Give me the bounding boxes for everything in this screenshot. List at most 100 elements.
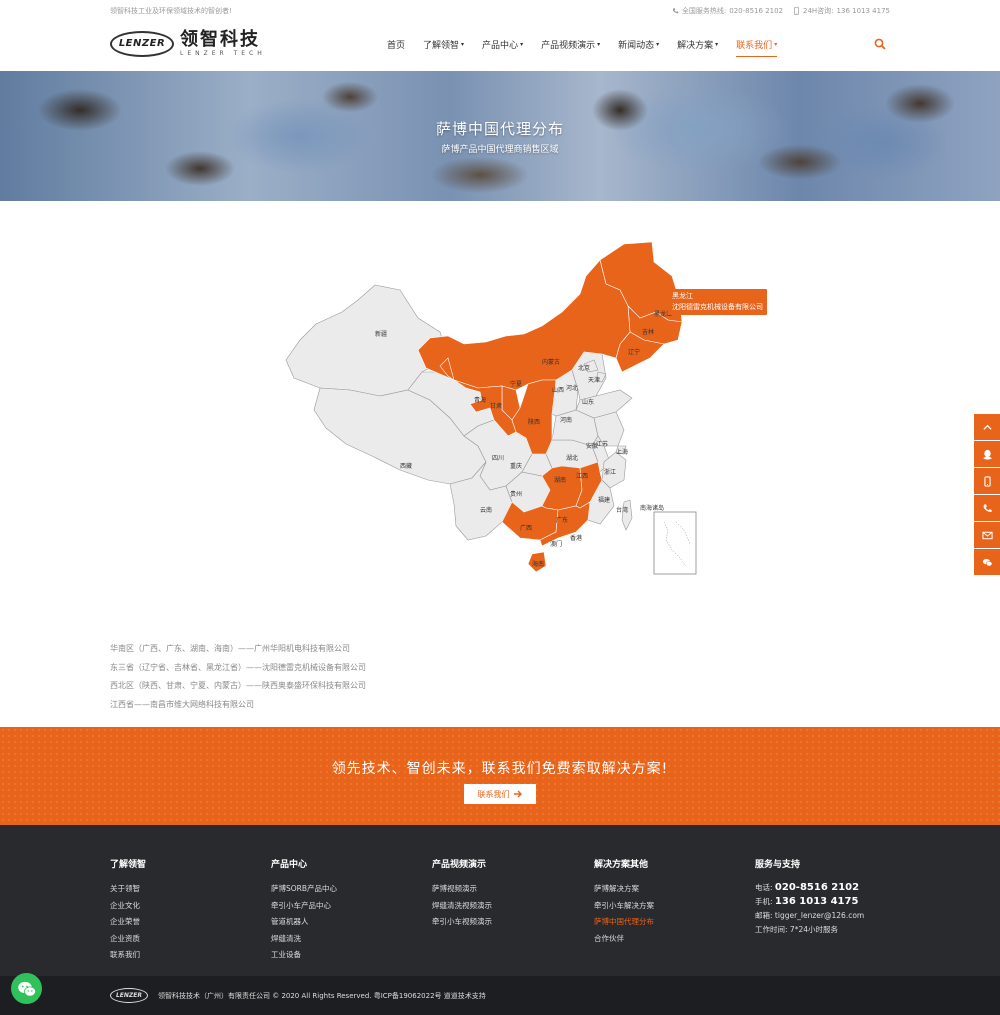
- label-guizhou: 贵州: [510, 490, 522, 498]
- phone-button[interactable]: [974, 495, 1000, 521]
- site-header: LENZER 领智科技 LENZER TECH 首页 了解领智 ▾ 产品中心 ▾ 产…: [0, 20, 1000, 72]
- side-float-bar: [974, 414, 1000, 576]
- search-icon[interactable]: [874, 38, 886, 50]
- label-xianggang: 香港: [570, 534, 582, 542]
- footer-link[interactable]: 焊缝清洗视频演示: [432, 898, 492, 915]
- mobile-icon: [983, 475, 991, 487]
- distributor-item: 东三省（辽宁省、吉林省、黑龙江省）——沈阳德雷克机械设备有限公司: [110, 662, 366, 672]
- footer-link[interactable]: 企业资质: [110, 931, 146, 948]
- label-guangxi: 广西: [520, 524, 532, 532]
- email-button[interactable]: [974, 522, 1000, 548]
- mobile-button[interactable]: [974, 468, 1000, 494]
- label-qinghai: 青海: [474, 396, 486, 404]
- footer-logo-text: LENZER: [115, 992, 142, 999]
- footer-col-about: 了解领智 关于领智 企业文化 企业荣誉 企业资质 联系我们: [110, 857, 146, 964]
- label-xinjiang: 新疆: [375, 330, 387, 338]
- top-contact: 全国服务热线: 020-8516 2102 24H咨询: 136 1013 41…: [672, 6, 890, 16]
- cta-title: 领先技术、智创未来，联系我们免费索取解决方案!: [331, 761, 669, 777]
- label-aomen: 澳门: [550, 540, 562, 548]
- copyright-text: 领智科技技术（广州）有限责任公司 © 2020 All Rights Reser…: [158, 992, 486, 1000]
- footer-col-videos: 产品视频演示 萨博视频演示 焊缝清洗视频演示 牵引小车视频演示: [432, 857, 492, 931]
- footer-col-title: 解决方案其他: [594, 860, 649, 870]
- label-ningxia: 宁夏: [510, 380, 522, 388]
- china-map: 新疆 西藏 青海 甘肃 内蒙古 宁夏 陕西 四川 重庆 云南 贵州 广西 广东 …: [280, 240, 780, 580]
- label-liaoning: 辽宁: [628, 348, 640, 356]
- service-email: 邮箱: tigger_lenzer@126.com: [755, 909, 864, 923]
- footer-col-solutions: 解决方案其他 萨博解决方案 牵引小车解决方案 萨博中国代理分布 合作伙伴: [594, 857, 654, 947]
- footer-link[interactable]: 牵引小车视频演示: [432, 914, 492, 931]
- label-hainan: 海南: [532, 560, 544, 568]
- footer-col-title: 产品中心: [271, 860, 308, 870]
- footer-link[interactable]: 合作伙伴: [594, 931, 654, 948]
- label-guangdong: 广东: [556, 516, 568, 524]
- label-chongqing: 重庆: [510, 462, 522, 470]
- wechat-float-button[interactable]: [11, 973, 42, 1004]
- qq-icon: [982, 449, 992, 460]
- footer-link[interactable]: 关于领智: [110, 881, 146, 898]
- service-hours-label: 工作时间:: [755, 925, 788, 934]
- nav-label: 联系我们: [736, 41, 773, 51]
- phone-icon: [672, 8, 679, 14]
- label-xizang: 西藏: [400, 462, 412, 470]
- label-shanghai: 上海: [616, 448, 628, 456]
- logo-cn: 领智科技: [180, 29, 260, 50]
- label-shanxi: 山西: [552, 386, 564, 394]
- site-logo[interactable]: LENZER 领智科技 LENZER TECH: [110, 30, 266, 57]
- province-taiwan[interactable]: [621, 499, 633, 531]
- site-footer: 了解领智 关于领智 企业文化 企业荣誉 企业资质 联系我们 产品中心 萨博SOR…: [0, 825, 1000, 976]
- footer-logo: LENZER: [110, 988, 148, 1003]
- consult-label: 24H咨询:: [803, 7, 834, 15]
- contact-us-button[interactable]: 联系我们: [464, 784, 536, 804]
- footer-link[interactable]: 企业文化: [110, 898, 146, 915]
- footer-link[interactable]: 萨博SORB产品中心: [271, 881, 337, 898]
- service-mobile-label: 手机:: [755, 897, 773, 906]
- label-hunan: 湖南: [554, 476, 566, 484]
- chevron-down-icon: ▾: [774, 41, 778, 48]
- footer-col-title: 服务与支持: [755, 860, 801, 870]
- service-mobile-value: 136 1013 4175: [774, 896, 859, 907]
- nav-products[interactable]: 产品中心 ▾: [482, 38, 523, 51]
- label-anhui: 安徽: [586, 442, 598, 450]
- footer-link[interactable]: 管道机器人: [271, 914, 337, 931]
- footer-link[interactable]: 联系我们: [110, 947, 146, 964]
- footer-link[interactable]: 工业设备: [271, 947, 337, 964]
- footer-link-active[interactable]: 萨博中国代理分布: [594, 914, 654, 931]
- footer-link[interactable]: 萨博解决方案: [594, 881, 654, 898]
- main-nav: 首页 了解领智 ▾ 产品中心 ▾ 产品视频演示 ▾ 新闻动态 ▾ 解决方案 ▾ 联系我们 ▾: [387, 38, 795, 57]
- qq-button[interactable]: [974, 441, 1000, 467]
- label-jiangxi: 江西: [576, 473, 588, 480]
- logo-en: LENZER TECH: [180, 50, 266, 57]
- wechat-icon: [17, 981, 36, 996]
- logo-mark: LENZER: [110, 30, 174, 57]
- label-fujian: 福建: [598, 496, 610, 504]
- nav-contact[interactable]: 联系我们 ▾: [736, 38, 778, 57]
- footer-link[interactable]: 企业荣誉: [110, 914, 146, 931]
- wechat-button[interactable]: [974, 549, 1000, 575]
- footer-link[interactable]: 牵引小车产品中心: [271, 898, 337, 915]
- nav-about[interactable]: 了解领智 ▾: [423, 38, 464, 51]
- nav-solutions[interactable]: 解决方案 ▾: [677, 38, 718, 51]
- copyright-bar: LENZER 领智科技技术（广州）有限责任公司 © 2020 All Right…: [0, 976, 1000, 1015]
- page-banner: 萨博中国代理分布 萨博产品中国代理商销售区域: [0, 71, 1000, 201]
- footer-link[interactable]: 牵引小车解决方案: [594, 898, 654, 915]
- nav-label: 产品中心: [482, 41, 519, 51]
- consult-number: 136 1013 4175: [836, 7, 890, 15]
- label-taiwan: 台湾: [616, 506, 628, 514]
- footer-link[interactable]: 萨博视频演示: [432, 881, 492, 898]
- label-sichuan: 四川: [492, 455, 504, 462]
- service-email-value[interactable]: tigger_lenzer@126.com: [775, 911, 864, 920]
- back-to-top-button[interactable]: [974, 414, 1000, 440]
- distributor-item: 华南区（广西、广东、湖南、海南）——广州华阳机电科技有限公司: [110, 644, 350, 653]
- nav-news[interactable]: 新闻动态 ▾: [618, 38, 659, 51]
- nav-label: 新闻动态: [618, 41, 655, 51]
- chevron-down-icon: ▾: [461, 41, 465, 48]
- service-email-label: 邮箱:: [755, 911, 773, 920]
- label-shandong: 山东: [582, 398, 594, 406]
- label-jilin: 吉林: [642, 328, 654, 336]
- arrow-right-icon: [513, 790, 522, 798]
- hotline-number: 020-8516 2102: [729, 7, 784, 15]
- nav-videos[interactable]: 产品视频演示 ▾: [541, 38, 600, 51]
- nav-home[interactable]: 首页: [387, 38, 405, 51]
- footer-link[interactable]: 焊缝清洗: [271, 931, 337, 948]
- label-hebei: 河北: [566, 384, 578, 392]
